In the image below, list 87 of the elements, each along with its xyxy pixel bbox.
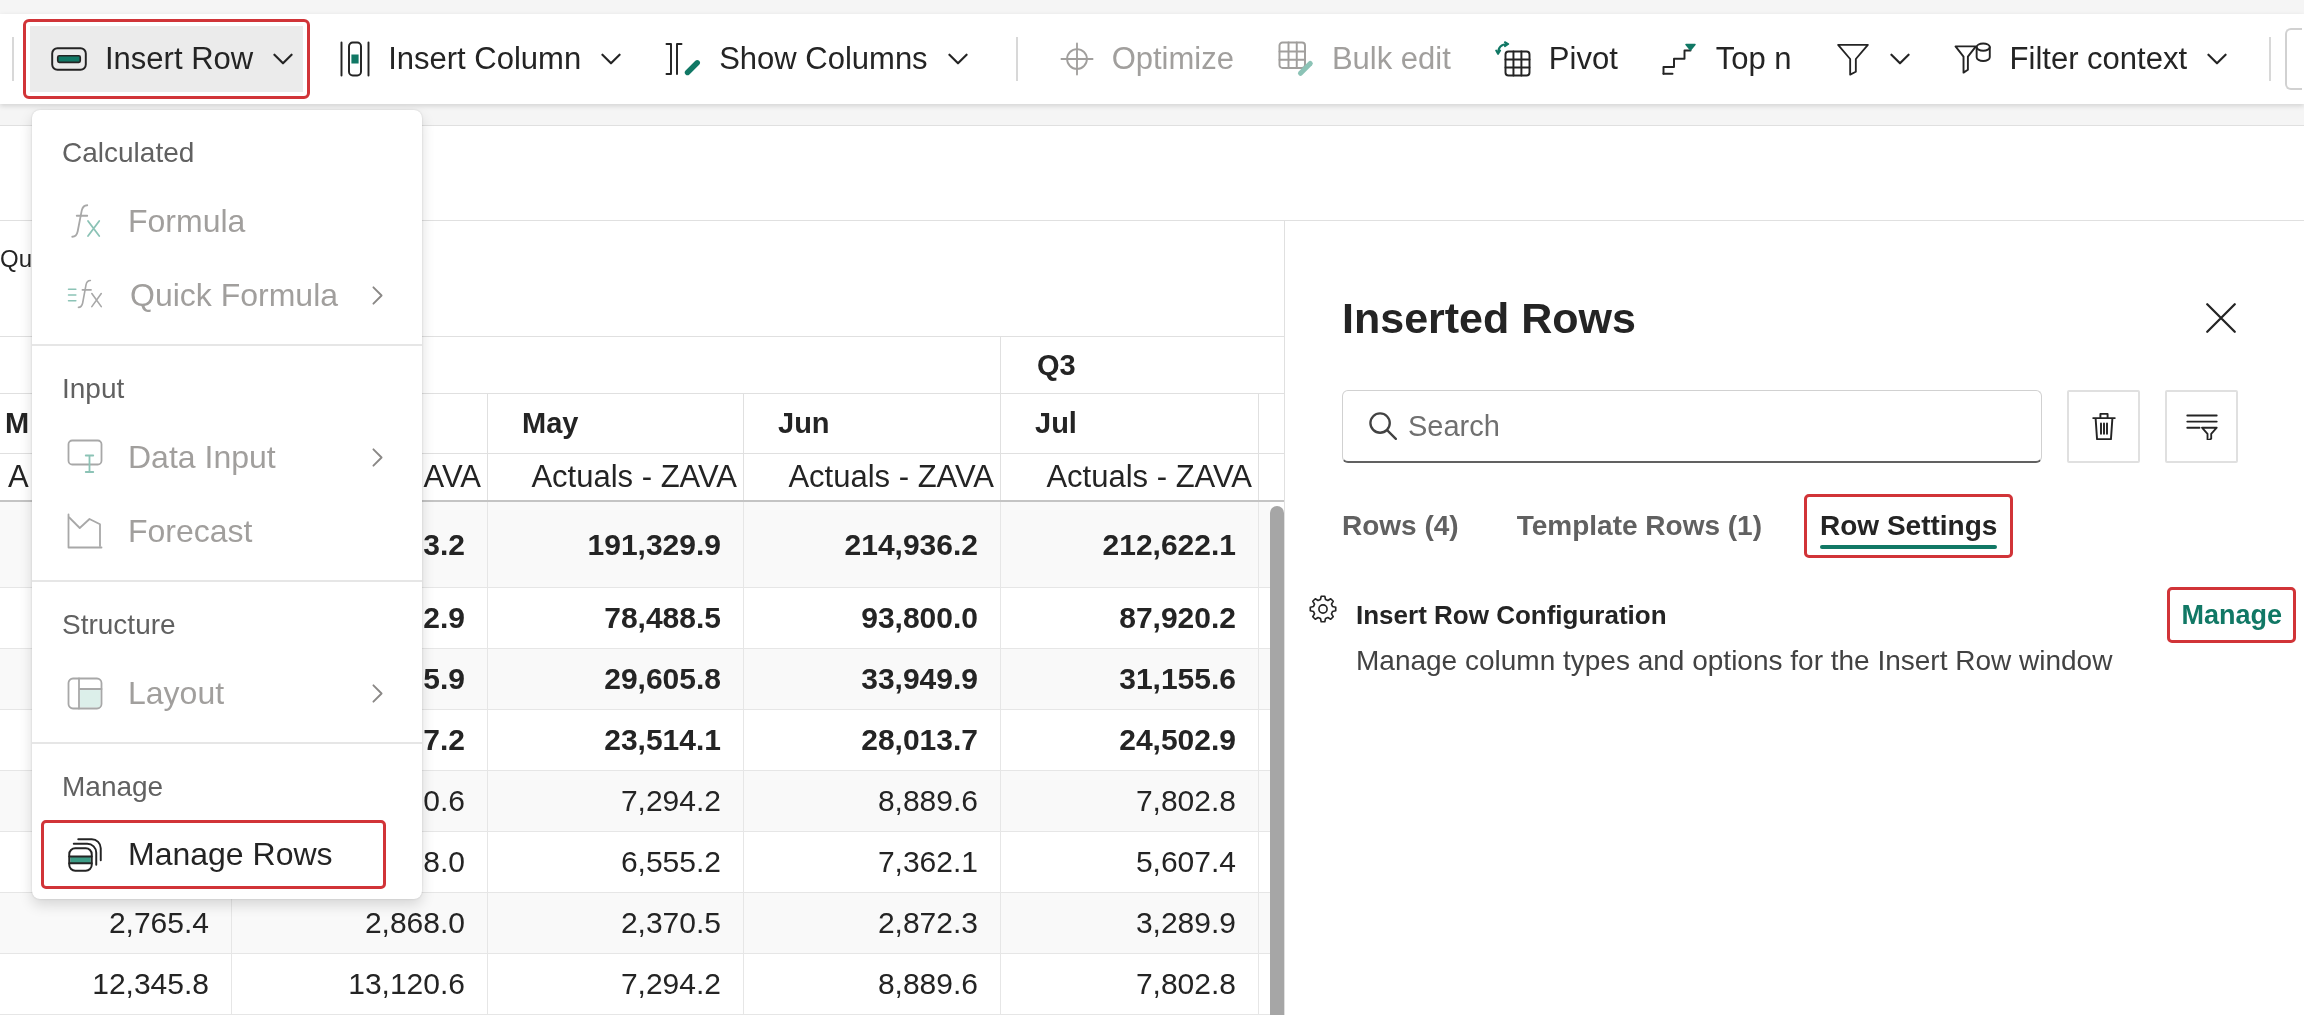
cell-value: 3.2 — [423, 527, 465, 562]
cell-value: 29,605.8 — [604, 662, 721, 696]
filter-cylinder-icon — [1953, 41, 1992, 77]
toolbar-button[interactable]: Insert Row — [23, 19, 311, 99]
cell-value: 214,936.2 — [844, 527, 978, 562]
menu-heading: Input — [62, 373, 125, 405]
menu-heading: Manage — [62, 771, 164, 803]
cell-value: 13,120.6 — [348, 967, 465, 1001]
measure-header: AVA — [423, 459, 481, 495]
grid-pencil-icon — [1277, 41, 1314, 77]
crosshair-icon — [1059, 42, 1094, 76]
measure-header: Actuals - ZAVA — [531, 459, 737, 495]
close-button[interactable] — [2206, 303, 2236, 333]
measure-header: A — [8, 459, 29, 495]
cell-value: 7,802.8 — [1135, 784, 1236, 818]
stairs-icon — [1661, 42, 1698, 76]
toolbar-button[interactable]: Filter context — [1939, 23, 2242, 95]
cell-value: 93,800.0 — [861, 601, 978, 635]
cell-value: 5,607.4 — [1135, 845, 1236, 879]
lines-function-icon — [67, 279, 105, 311]
filter-icon — [1835, 42, 1870, 76]
scrollbar-thumb[interactable] — [1270, 506, 1284, 1015]
panel-title: Inserted Rows — [1342, 293, 1636, 343]
section-header: Qu — [0, 245, 32, 272]
cell-value: 2,370.5 — [620, 906, 721, 940]
gear-icon — [1309, 595, 1337, 623]
close-icon — [2206, 303, 2236, 333]
quarter-header: Q3 — [1037, 348, 1076, 382]
menu-heading: Structure — [62, 609, 176, 641]
setting-title: Insert Row Configuration — [1356, 599, 1667, 632]
cell-value: 33,949.9 — [861, 662, 978, 696]
cell-value: 12,345.8 — [92, 967, 209, 1001]
cell-value: 8.0 — [423, 845, 465, 879]
manage-link[interactable]: Manage — [2167, 587, 2296, 643]
layout-icon — [67, 676, 103, 710]
column-header: Jul — [1035, 407, 1077, 440]
cell-value: 6,555.2 — [620, 845, 721, 879]
tab[interactable]: Template Rows (1) — [1500, 494, 1778, 558]
cell-value: 2,872.3 — [877, 906, 978, 940]
cell-value: 8,889.6 — [877, 967, 978, 1001]
cell-value: 7.2 — [423, 723, 465, 757]
columns-icon — [340, 41, 371, 77]
cell-value: 212,622.1 — [1102, 527, 1236, 562]
toolbar-button[interactable]: Show Columns — [651, 23, 982, 95]
cell-value: 2,868.0 — [364, 906, 465, 940]
delete-button[interactable] — [2067, 390, 2140, 463]
cell-value: 0.6 — [423, 784, 465, 818]
measure-header: Actuals - ZAVA — [788, 459, 994, 495]
cell-value: 2,765.4 — [108, 906, 209, 940]
setting-description: Manage column types and options for the Insert Row window — [1356, 644, 2113, 678]
menu-heading: Calculated — [62, 137, 195, 169]
cell-value: 87,920.2 — [1119, 601, 1236, 635]
search-icon — [1369, 412, 1397, 440]
cell-value: 28,013.7 — [861, 723, 978, 757]
trash-icon — [2091, 412, 2116, 441]
cell-value: 8,889.6 — [877, 784, 978, 818]
cell-value: 7,294.2 — [620, 784, 721, 818]
cell-value: 191,329.9 — [587, 527, 721, 562]
cell-value: 7,802.8 — [1135, 967, 1236, 1001]
cell-value: 7,362.1 — [877, 845, 978, 879]
column-header: Jun — [778, 407, 830, 440]
cell-value: 7,294.2 — [620, 967, 721, 1001]
filter-button[interactable] — [2165, 390, 2238, 463]
cell-value: 5.9 — [423, 662, 465, 696]
tab[interactable]: Rows (4) — [1326, 494, 1475, 558]
menu-item[interactable]: Manage Rows — [41, 820, 386, 889]
toolbar-button[interactable]: Top n — [1647, 23, 1806, 95]
monitor-cursor-icon — [67, 439, 103, 475]
toolbar-button[interactable]: Insert Column — [326, 23, 636, 95]
cell-value: 24,502.9 — [1119, 723, 1236, 757]
line-chart-icon — [67, 513, 103, 549]
cell-value: 78,488.5 — [604, 601, 721, 635]
cell-value: 2.9 — [423, 601, 465, 635]
stacked-layers-icon — [67, 836, 103, 873]
cell-value: 3,289.9 — [1135, 906, 1236, 940]
rows-icon — [51, 47, 87, 71]
filter-list-icon — [2185, 413, 2218, 440]
cell-value: 31,155.6 — [1119, 662, 1236, 696]
column-pencil-icon — [665, 41, 702, 77]
toolbar-button[interactable]: Pivot — [1480, 23, 1632, 95]
search-field[interactable]: Search — [1342, 390, 2042, 463]
grid-arrows-icon — [1494, 41, 1531, 77]
column-header: M — [5, 407, 30, 440]
column-header: May — [522, 407, 579, 440]
cell-value: 23,514.1 — [604, 723, 721, 757]
measure-header: Actuals - ZAVA — [1046, 459, 1252, 495]
tab[interactable]: Row Settings — [1804, 494, 2014, 558]
